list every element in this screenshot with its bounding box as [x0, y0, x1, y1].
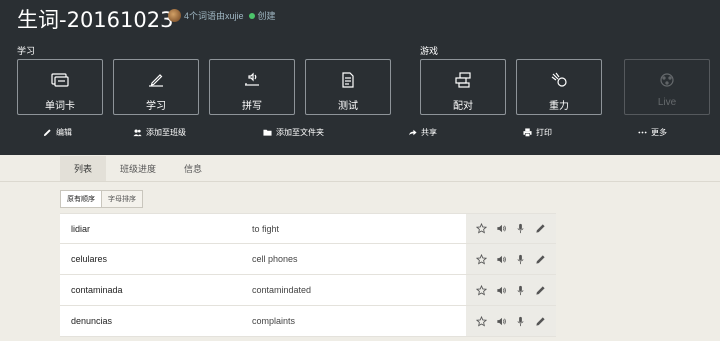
- printer-icon: [523, 128, 532, 137]
- term-definition: to fight: [252, 223, 280, 234]
- flashcards-label: 单词卡: [45, 101, 75, 112]
- add-to-class-label: 添加至班级: [146, 128, 186, 137]
- term-row: contaminada contamindated: [60, 275, 556, 306]
- term-word: denuncias: [71, 316, 113, 326]
- term-definition: complaints: [252, 316, 296, 326]
- pencil-icon[interactable]: [534, 284, 546, 296]
- pencil-icon[interactable]: [534, 223, 546, 235]
- term-definition: cell phones: [252, 254, 298, 264]
- sort-alphabetical-button[interactable]: 字母排序: [102, 191, 142, 207]
- live-button[interactable]: Live: [624, 59, 710, 115]
- set-tabs: 列表 班级进度 信息: [60, 156, 216, 181]
- star-icon[interactable]: [476, 223, 488, 235]
- learn-button[interactable]: 学习: [113, 59, 199, 115]
- folder-icon: [263, 129, 272, 136]
- term-cell: lidiar to fight: [60, 214, 466, 243]
- print-label: 打印: [536, 128, 552, 137]
- term-cell: denuncias complaints: [60, 306, 466, 336]
- ellipsis-icon: [638, 131, 647, 134]
- author-info[interactable]: 4个词语由xujie 创建: [168, 9, 276, 22]
- term-word: celulares: [71, 254, 108, 264]
- match-label: 配对: [453, 101, 473, 112]
- microphone-icon[interactable]: [515, 315, 527, 327]
- term-cell: contaminada contamindated: [60, 275, 466, 305]
- term-definition: contamindated: [252, 285, 312, 295]
- speaker-icon[interactable]: [495, 253, 507, 265]
- tabs-divider: [0, 181, 720, 182]
- term-word: contaminada: [71, 285, 123, 295]
- term-cell: celulares cell phones: [60, 244, 466, 274]
- edit-button[interactable]: 编辑: [43, 127, 72, 138]
- print-button[interactable]: 打印: [523, 127, 552, 138]
- users-icon: [133, 129, 142, 137]
- spell-icon: [245, 72, 259, 86]
- match-button[interactable]: 配对: [420, 59, 506, 115]
- test-icon: [342, 72, 354, 88]
- page-title: 生词-20161023: [17, 8, 174, 32]
- pencil-icon: [43, 129, 51, 137]
- share-label: 共享: [421, 128, 437, 137]
- test-label: 测试: [338, 101, 358, 112]
- gravity-icon: [551, 72, 567, 87]
- term-row: lidiar to fight: [60, 213, 556, 244]
- speaker-icon[interactable]: [495, 223, 507, 235]
- edit-label: 编辑: [56, 128, 72, 137]
- spell-label: 拼写: [242, 101, 262, 112]
- term-tools: [466, 244, 556, 274]
- microphone-icon[interactable]: [515, 284, 527, 296]
- star-icon[interactable]: [476, 315, 488, 327]
- add-to-class-button[interactable]: 添加至班级: [133, 127, 186, 138]
- learn-label: 学习: [146, 101, 166, 112]
- star-icon[interactable]: [476, 253, 488, 265]
- match-icon: [455, 72, 471, 88]
- star-icon[interactable]: [476, 284, 488, 296]
- gravity-button[interactable]: 重力: [516, 59, 602, 115]
- games-section-label: 游戏: [420, 46, 439, 56]
- test-button[interactable]: 测试: [305, 59, 391, 115]
- microphone-icon[interactable]: [515, 253, 527, 265]
- live-label: Live: [657, 97, 677, 108]
- more-label: 更多: [651, 128, 667, 137]
- author-text[interactable]: 4个词语由xujie: [184, 9, 244, 22]
- terms-list: lidiar to fight celulares cell phones co…: [60, 213, 556, 337]
- created-text: 创建: [257, 11, 276, 21]
- more-button[interactable]: 更多: [638, 127, 667, 138]
- study-section-label: 学习: [17, 46, 36, 56]
- avatar[interactable]: [168, 9, 181, 22]
- tab-class-progress[interactable]: 班级进度: [106, 156, 170, 181]
- term-tools: [466, 275, 556, 305]
- share-icon: [408, 129, 417, 136]
- flashcards-icon: [51, 73, 69, 87]
- share-button[interactable]: 共享: [408, 127, 437, 138]
- set-header: 生词-20161023 4个词语由xujie 创建 学习 游戏 单词卡 学习 拼…: [0, 0, 720, 155]
- term-tools: [466, 214, 556, 243]
- term-word: lidiar: [71, 223, 91, 234]
- tab-list[interactable]: 列表: [60, 156, 107, 181]
- add-to-folder-label: 添加至文件夹: [276, 128, 324, 137]
- term-tools: [466, 306, 556, 336]
- microphone-icon[interactable]: [515, 223, 527, 235]
- sort-toggle: 原有顺序 字母排序: [60, 190, 143, 208]
- online-dot-icon: [248, 12, 255, 19]
- tab-info[interactable]: 信息: [170, 156, 216, 181]
- add-to-folder-button[interactable]: 添加至文件夹: [263, 127, 324, 138]
- gravity-label: 重力: [549, 101, 569, 112]
- term-row: celulares cell phones: [60, 244, 556, 275]
- term-row: denuncias complaints: [60, 306, 556, 337]
- learn-icon: [149, 74, 163, 87]
- pencil-icon[interactable]: [534, 253, 546, 265]
- sort-original-button[interactable]: 原有顺序: [61, 191, 102, 207]
- speaker-icon[interactable]: [495, 315, 507, 327]
- speaker-icon[interactable]: [495, 284, 507, 296]
- live-icon: [660, 73, 674, 87]
- spell-button[interactable]: 拼写: [209, 59, 295, 115]
- flashcards-button[interactable]: 单词卡: [17, 59, 103, 115]
- action-bar: 编辑 添加至班级 添加至文件夹 共享 打印 更多: [0, 124, 720, 142]
- pencil-icon[interactable]: [534, 315, 546, 327]
